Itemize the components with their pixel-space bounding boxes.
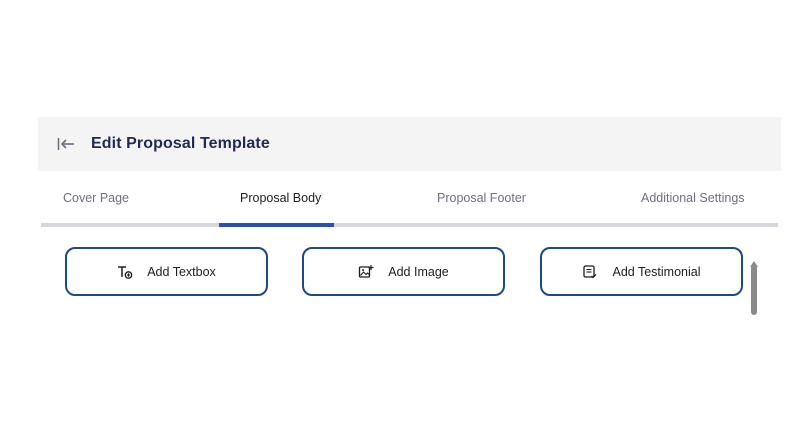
tab-bar: Cover Page Proposal Body Proposal Footer… [41,171,778,228]
add-textbox-label: Add Textbox [147,264,216,279]
tab-proposal-body[interactable]: Proposal Body [240,191,321,205]
scrollbar-thumb[interactable] [751,265,757,315]
add-image-button[interactable]: Add Image [302,247,505,296]
tab-additional-settings[interactable]: Additional Settings [641,191,745,205]
scroll-up-arrow-icon[interactable] [750,254,758,267]
tab-cover-page[interactable]: Cover Page [63,191,129,205]
tab-track [41,223,778,227]
textbox-icon [117,264,133,280]
collapse-left-arrow-icon[interactable] [57,137,75,151]
add-testimonial-button[interactable]: Add Testimonial [540,247,743,296]
page-title: Edit Proposal Template [91,135,270,152]
testimonial-icon [582,264,598,280]
tab-proposal-footer[interactable]: Proposal Footer [437,191,526,205]
page-header: Edit Proposal Template [38,117,781,171]
add-testimonial-label: Add Testimonial [612,264,701,279]
active-tab-indicator [219,223,334,227]
add-image-label: Add Image [388,264,449,279]
add-textbox-button[interactable]: Add Textbox [65,247,268,296]
image-add-icon [358,264,374,280]
